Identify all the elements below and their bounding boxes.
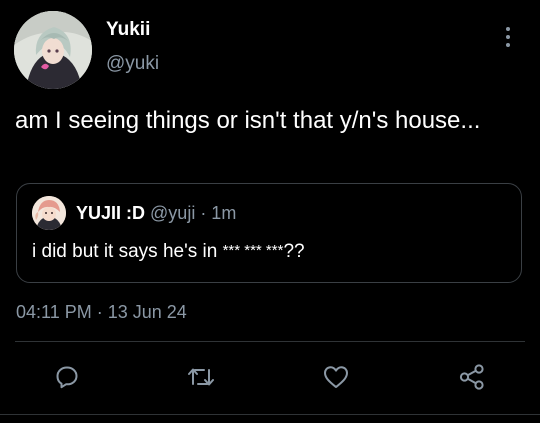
- author-avatar[interactable]: [14, 11, 92, 89]
- share-button[interactable]: [457, 362, 487, 392]
- quoted-display-name[interactable]: YUJII :D: [76, 203, 145, 223]
- retweet-icon: [188, 368, 214, 386]
- share-icon: [459, 364, 484, 390]
- reply-button[interactable]: [52, 362, 82, 392]
- bottom-divider: [0, 414, 540, 415]
- anime-avatar-image: [14, 11, 92, 89]
- quoted-text-redacted: *** *** ***: [222, 242, 284, 259]
- author-display-name[interactable]: Yukii: [106, 19, 150, 41]
- tweet-timestamp[interactable]: 04:11 PM · 13 Jun 24: [16, 302, 187, 323]
- quoted-tweet-text: i did but it says he's in *** *** ***??: [32, 241, 305, 263]
- quoted-avatar-image: [32, 196, 66, 230]
- like-button[interactable]: [321, 362, 351, 392]
- more-dot: [506, 43, 510, 47]
- quoted-tweet-card[interactable]: YUJII :D @yuji · 1m i did but it says he…: [16, 183, 522, 283]
- retweet-button[interactable]: [186, 362, 216, 392]
- more-options-icon[interactable]: [498, 24, 518, 50]
- quoted-text-prefix: i did but it says he's in: [32, 241, 223, 262]
- heart-icon: [324, 366, 348, 388]
- more-dot: [506, 27, 510, 31]
- divider: [15, 341, 525, 342]
- reply-icon: [56, 366, 78, 389]
- tweet: Yukii @yuki am I seeing things or isn't …: [0, 0, 540, 423]
- author-handle[interactable]: @yuki: [106, 53, 159, 75]
- quoted-tweet-header: YUJII :D @yuji · 1m: [76, 203, 236, 224]
- quoted-author-avatar[interactable]: [32, 196, 66, 230]
- quoted-text-suffix: ??: [283, 241, 305, 262]
- tweet-text: am I seeing things or isn't that y/n's h…: [15, 107, 481, 134]
- quoted-handle-time: @yuji · 1m: [150, 203, 237, 223]
- more-dot: [506, 35, 510, 39]
